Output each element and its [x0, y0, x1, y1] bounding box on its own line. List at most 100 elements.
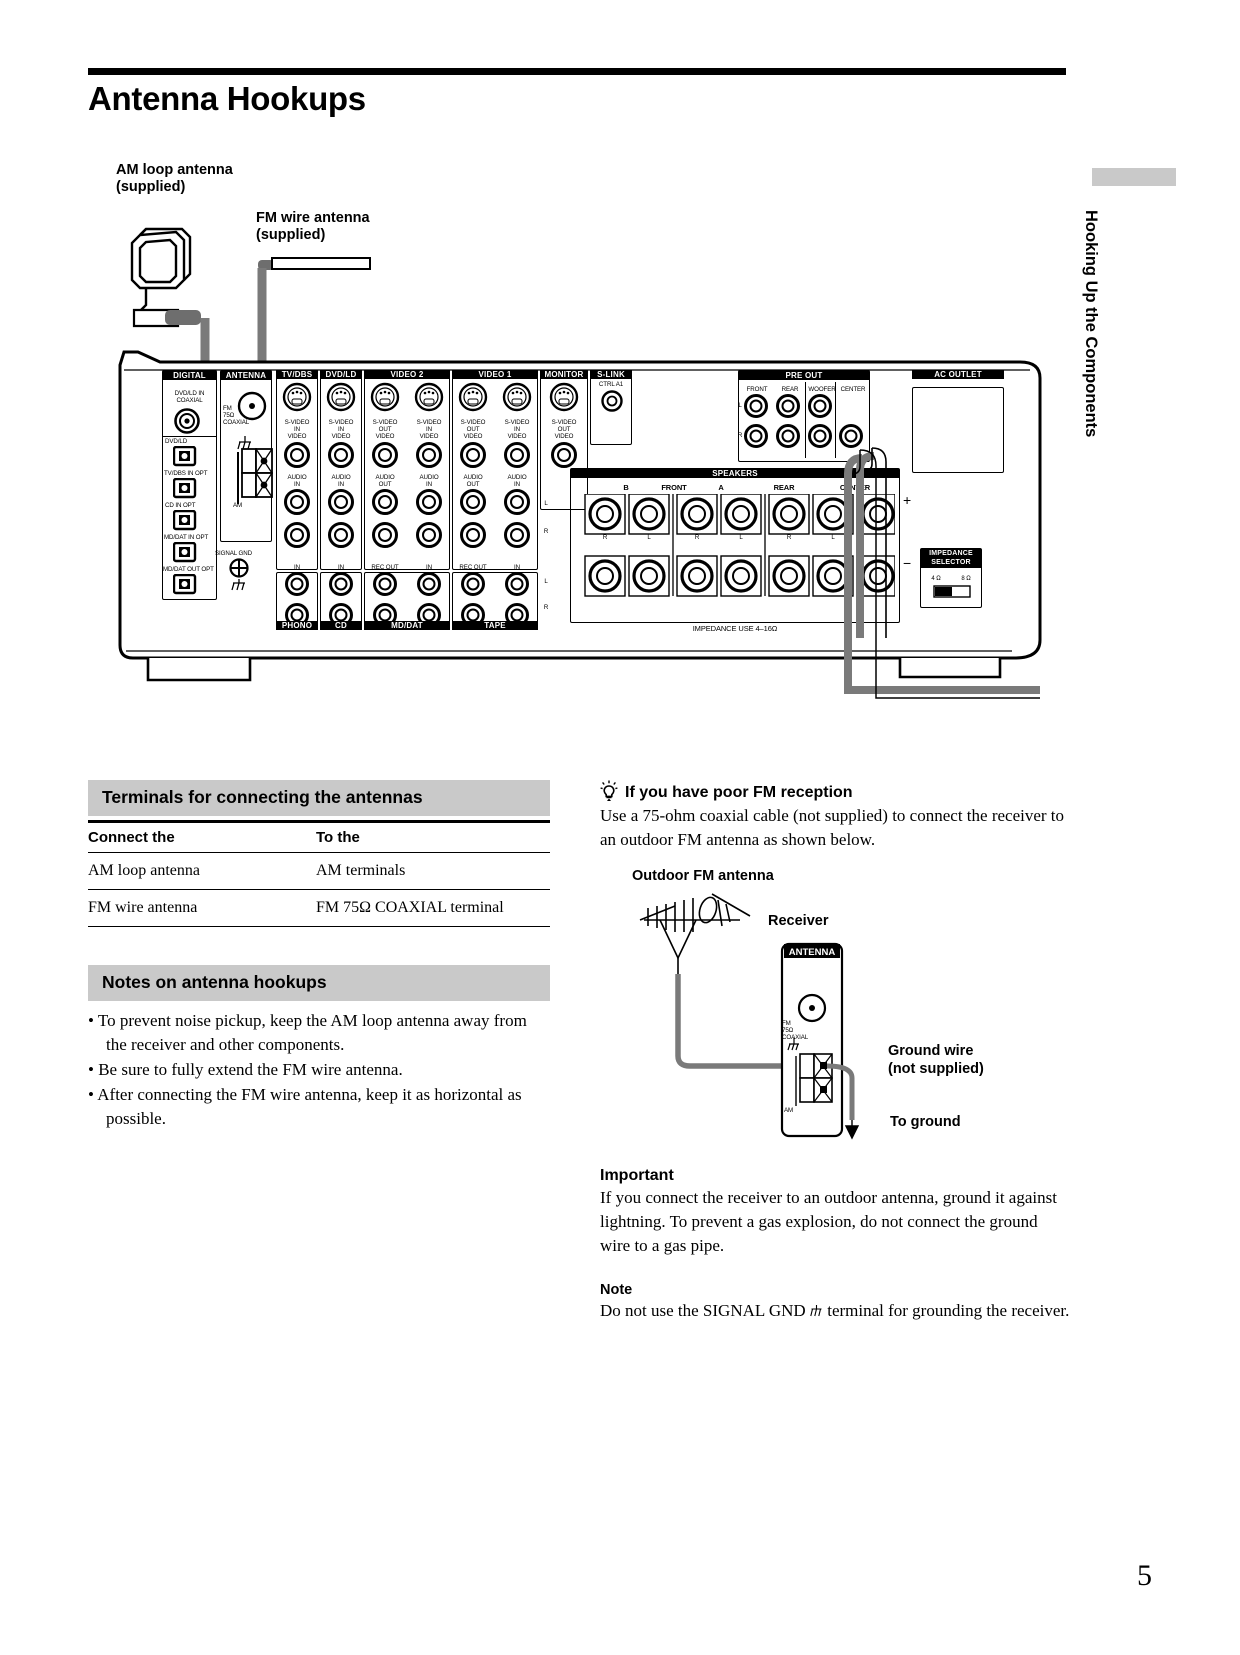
video-column-tvdbs: S-VIDEO IN VIDEO AUDIO IN — [276, 380, 318, 554]
note-body-before: Do not use the SIGNAL GND — [600, 1301, 806, 1320]
speaker-lr-3: L — [739, 534, 743, 541]
s-video-jack-icon[interactable] — [542, 380, 586, 414]
jack-label-svideo: S-VIDEO — [460, 419, 486, 426]
table-cell-connect: AM loop antenna — [88, 852, 316, 890]
jack-label-svideo: S-VIDEO — [551, 419, 577, 426]
mddat-label: MD/DAT — [364, 621, 450, 630]
s-video-jack-icon[interactable] — [276, 380, 318, 414]
audio-lr-mark-l: L — [544, 578, 548, 585]
digital-jack-label-4: MD/DAT IN OPT — [164, 534, 209, 541]
rca-video-jack-icon[interactable] — [320, 441, 362, 469]
s-video-jack-icon[interactable] — [364, 380, 406, 414]
rca-video-jack-icon[interactable] — [276, 441, 318, 469]
antenna-fm-label: FM 75Ω COAXIAL — [223, 405, 250, 427]
speaker-label-a: A — [718, 483, 724, 492]
am-loop-antenna-icon — [130, 227, 192, 318]
speaker-label-front: FRONT — [661, 483, 687, 492]
rca-audio-r-jack-icon[interactable] — [496, 521, 538, 549]
s-video-jack-icon[interactable] — [408, 380, 450, 414]
rca-audio-l-jack-icon[interactable] — [496, 488, 538, 516]
digital-jack-label-3: CD IN OPT — [165, 502, 196, 509]
jack-label-audio-dir: IN — [338, 480, 344, 488]
tip-body: Use a 75-ohm coaxial cable (not supplied… — [600, 806, 1065, 849]
antenna-header: ANTENNA — [221, 371, 271, 380]
rca-audio-l-jack-icon[interactable] — [364, 488, 406, 516]
important-body: If you connect the receiver to an outdoo… — [600, 1188, 1057, 1255]
receiver-antenna-header: ANTENNA — [789, 947, 836, 958]
rca-audio-r-jack-icon[interactable] — [276, 521, 318, 549]
optical-jack-icon-3[interactable] — [173, 542, 197, 563]
jack-label-audio: AUDIO — [375, 473, 395, 481]
rca-audio-l-jack-icon[interactable] — [276, 488, 318, 516]
rca-video-jack-icon[interactable] — [452, 441, 494, 469]
table-cell-tothe: FM 75Ω COAXIAL terminal — [316, 889, 550, 927]
signal-gnd-terminal-icon[interactable] — [228, 558, 252, 592]
rca-audio-l-jack-icon[interactable] — [408, 488, 450, 516]
rca-audio-r-jack-icon[interactable] — [452, 521, 494, 549]
jack-label-audio: AUDIO — [331, 473, 351, 481]
optical-jack-icon-1[interactable] — [173, 478, 197, 499]
jack-label-audio-dir: OUT — [378, 480, 392, 488]
signal-gnd-label: SIGNAL GND — [215, 550, 252, 557]
rca-audio-l-jack-icon[interactable] — [452, 488, 494, 516]
page-number: 5 — [1137, 1559, 1152, 1592]
rca-video-jack-icon[interactable] — [364, 441, 406, 469]
speaker-label-rear: REAR — [773, 483, 795, 492]
jack-label-svideo: S-VIDEO — [284, 419, 310, 426]
callout-am-loop-antenna: AM loop antenna (supplied) — [116, 162, 233, 195]
rca-tape-in-l-icon[interactable] — [496, 571, 538, 597]
speaker-lr-4: R — [786, 534, 792, 541]
optical-jack-icon-2[interactable] — [173, 510, 197, 531]
rca-video-jack-icon[interactable] — [496, 441, 538, 469]
am-terminal-block[interactable] — [241, 448, 273, 500]
list-item: To prevent noise pickup, keep the AM loo… — [88, 1009, 550, 1057]
jack-label-audio: AUDIO — [419, 473, 439, 481]
rca-mddat-in-l-icon[interactable] — [408, 571, 450, 597]
left-column: Terminals for connecting the antennas Co… — [88, 780, 550, 1132]
fm-wire-antenna-icon — [271, 257, 371, 270]
ac-outlet-header: AC OUTLET — [912, 370, 1004, 379]
optical-jack-icon-4[interactable] — [173, 574, 197, 595]
receiver-am-jack-label: AM — [784, 1107, 794, 1114]
coaxial-jack-icon[interactable] — [173, 408, 203, 434]
table-cell-tothe: AM terminals — [316, 852, 550, 890]
jack-label-audio-dir: IN — [426, 480, 432, 488]
rca-audio-r-jack-icon[interactable] — [408, 521, 450, 549]
jack-label-dir: IN — [338, 426, 344, 434]
s-video-jack-icon[interactable] — [320, 380, 362, 414]
terminals-table: Connect the To the AM loop antenna AM te… — [88, 820, 550, 927]
rca-video-jack-icon[interactable] — [542, 441, 586, 469]
rca-video-jack-icon[interactable] — [408, 441, 450, 469]
list-item: Be sure to fully extend the FM wire ante… — [88, 1058, 550, 1082]
signal-gnd-symbol-icon — [810, 1305, 822, 1317]
s-video-jack-icon[interactable] — [452, 380, 494, 414]
s-video-jack-icon[interactable] — [496, 380, 538, 414]
digital-header: DIGITAL — [163, 371, 216, 380]
rca-tape-recout-l-icon[interactable] — [452, 571, 494, 597]
table-col-tothe: To the — [316, 820, 550, 853]
notes-list: To prevent noise pickup, keep the AM loo… — [88, 1009, 550, 1131]
digital-jack-label-0: DVD/LD IN COAXIAL — [174, 390, 205, 405]
ctrl-a1-jack-icon[interactable] — [601, 390, 623, 412]
am-cable-end — [165, 310, 201, 325]
jack-label-audio-dir: IN — [294, 480, 300, 488]
note-body-after: terminal for grounding the receiver. — [827, 1301, 1070, 1320]
yagi-antenna-icon — [639, 893, 751, 974]
jack-label-audio: AUDIO — [287, 473, 307, 481]
audio-lr-mark-r: R — [543, 604, 549, 611]
speaker-lr-0: R — [602, 534, 608, 541]
digital-section: DIGITAL DVD/LD IN COAXIAL DVD/LD TV/DBS … — [162, 370, 217, 600]
rca-audio-l-jack-icon[interactable] — [320, 488, 362, 516]
rca-phono-l-icon[interactable] — [276, 571, 318, 597]
rca-audio-r-jack-icon[interactable] — [320, 521, 362, 549]
side-tab-label: Hooking Up the Components — [1082, 210, 1100, 438]
rca-cd-l-icon[interactable] — [320, 571, 362, 597]
jack-label-svideo: S-VIDEO — [416, 419, 442, 426]
video-column-video2-out: S-VIDEO OUT VIDEO AUDIO OUT — [364, 380, 406, 554]
rca-mddat-recout-l-icon[interactable] — [364, 571, 406, 597]
rca-audio-r-jack-icon[interactable] — [364, 521, 406, 549]
table-row: FM wire antenna FM 75Ω COAXIAL terminal — [88, 889, 550, 927]
optical-jack-icon-0[interactable] — [173, 446, 197, 467]
jack-label-dir: IN — [514, 426, 520, 434]
video-column-monitor: S-VIDEO OUT VIDEO — [542, 380, 586, 474]
